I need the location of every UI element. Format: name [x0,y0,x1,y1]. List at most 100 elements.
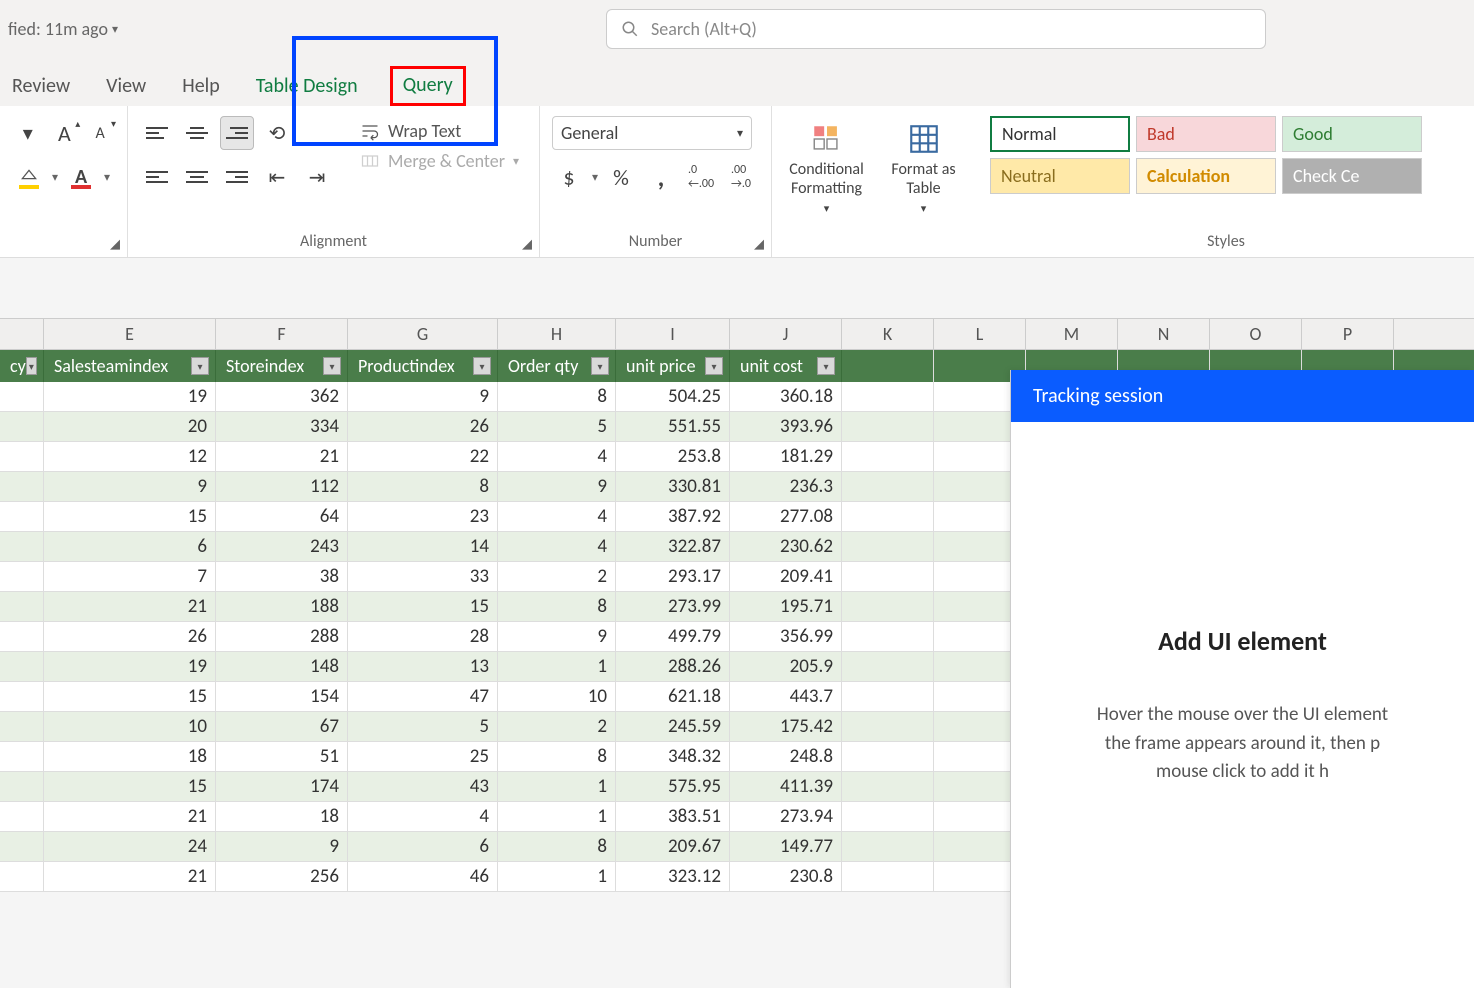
style-check-cell[interactable]: Check Ce [1282,158,1422,194]
cell[interactable]: 64 [216,502,348,531]
cell[interactable]: 575.95 [616,772,730,801]
cell[interactable]: 5 [348,712,498,741]
style-good[interactable]: Good [1282,116,1422,152]
style-normal[interactable]: Normal [990,116,1130,152]
number-format-dropdown[interactable]: General ▾ [552,116,752,150]
cell[interactable]: 205.9 [730,652,842,681]
cell[interactable]: 1 [498,772,616,801]
decrease-decimal-button[interactable]: .00→.0 [724,160,758,194]
cell[interactable]: 273.99 [616,592,730,621]
cell[interactable]: 33 [348,562,498,591]
cell[interactable] [842,742,934,771]
col-header-I[interactable]: I [616,319,730,349]
cell[interactable]: 8 [498,382,616,411]
cell[interactable] [0,592,44,621]
col-header-P[interactable]: P [1302,319,1394,349]
cell[interactable]: 6 [44,532,216,561]
decrease-indent-button[interactable]: ⇤ [260,160,294,194]
cell[interactable]: 15 [44,682,216,711]
col-header-L[interactable]: L [934,319,1026,349]
style-neutral[interactable]: Neutral [990,158,1130,194]
cell[interactable]: 288.26 [616,652,730,681]
cell[interactable]: 236.3 [730,472,842,501]
cell[interactable]: 174 [216,772,348,801]
filter-dropdown-icon[interactable]: ▾ [705,357,723,375]
cell[interactable]: 253.8 [616,442,730,471]
cell[interactable] [0,682,44,711]
cell[interactable]: 38 [216,562,348,591]
align-top-button[interactable] [140,116,174,150]
cell[interactable]: 2 [498,562,616,591]
accounting-format-button[interactable]: $ [552,160,586,194]
filter-dropdown-icon[interactable]: ▾ [817,357,835,375]
font-size-dropdown[interactable]: ▾ [12,116,43,150]
table-header-J[interactable]: unit cost▾ [730,350,842,382]
cell[interactable]: 322.87 [616,532,730,561]
cell[interactable] [0,772,44,801]
cell[interactable]: 9 [498,472,616,501]
cell[interactable]: 195.71 [730,592,842,621]
cell[interactable]: 15 [348,592,498,621]
cell[interactable]: 443.7 [730,682,842,711]
filter-dropdown-icon[interactable]: ▾ [591,357,609,375]
conditional-formatting-button[interactable]: Conditional Formatting ▾ [784,122,869,216]
cell[interactable]: 7 [44,562,216,591]
cell[interactable]: 334 [216,412,348,441]
cell[interactable] [842,802,934,831]
cell[interactable] [842,472,934,501]
cell[interactable]: 387.92 [616,502,730,531]
font-dialog-launcher[interactable]: ◢ [107,237,123,253]
cell[interactable]: 10 [498,682,616,711]
cell[interactable]: 24 [44,832,216,861]
cell[interactable]: 9 [348,382,498,411]
cell[interactable]: 504.25 [616,382,730,411]
cell[interactable]: 362 [216,382,348,411]
cell[interactable]: 277.08 [730,502,842,531]
cell[interactable]: 230.62 [730,532,842,561]
cell[interactable]: 51 [216,742,348,771]
cell[interactable]: 46 [348,862,498,891]
tab-query[interactable]: Query [390,66,466,106]
filter-dropdown-icon[interactable]: ▾ [191,357,209,375]
cell[interactable]: 21 [44,592,216,621]
cell[interactable]: 499.79 [616,622,730,651]
filter-dropdown-icon[interactable]: ▾ [473,357,491,375]
cell[interactable]: 323.12 [616,862,730,891]
cell[interactable]: 18 [44,742,216,771]
cell[interactable]: 19 [44,652,216,681]
cell[interactable]: 181.29 [730,442,842,471]
cell[interactable] [842,502,934,531]
cell[interactable] [0,472,44,501]
decrease-font-button[interactable]: A [85,116,115,150]
cell[interactable] [0,802,44,831]
align-middle-button[interactable] [180,116,214,150]
col-header-F[interactable]: F [216,319,348,349]
cell[interactable] [842,562,934,591]
fill-color-button[interactable] [12,160,46,194]
cell[interactable]: 411.39 [730,772,842,801]
cell[interactable] [842,652,934,681]
cell[interactable]: 256 [216,862,348,891]
cell[interactable]: 360.18 [730,382,842,411]
cell[interactable] [842,532,934,561]
cell[interactable]: 12 [44,442,216,471]
col-header-E[interactable]: E [44,319,216,349]
cell[interactable]: 20 [44,412,216,441]
cell[interactable]: 4 [348,802,498,831]
cell[interactable]: 18 [216,802,348,831]
cell[interactable]: 330.81 [616,472,730,501]
cell[interactable]: 15 [44,502,216,531]
col-header-H[interactable]: H [498,319,616,349]
cell[interactable]: 8 [498,592,616,621]
style-calculation[interactable]: Calculation [1136,158,1276,194]
cell[interactable]: 2 [498,712,616,741]
cell[interactable]: 393.96 [730,412,842,441]
cell[interactable]: 209.41 [730,562,842,591]
cell[interactable]: 356.99 [730,622,842,651]
cell[interactable]: 10 [44,712,216,741]
cell[interactable]: 21 [44,802,216,831]
align-center-button[interactable] [180,160,214,194]
cell[interactable]: 6 [348,832,498,861]
cell[interactable] [842,442,934,471]
cell[interactable]: 248.8 [730,742,842,771]
